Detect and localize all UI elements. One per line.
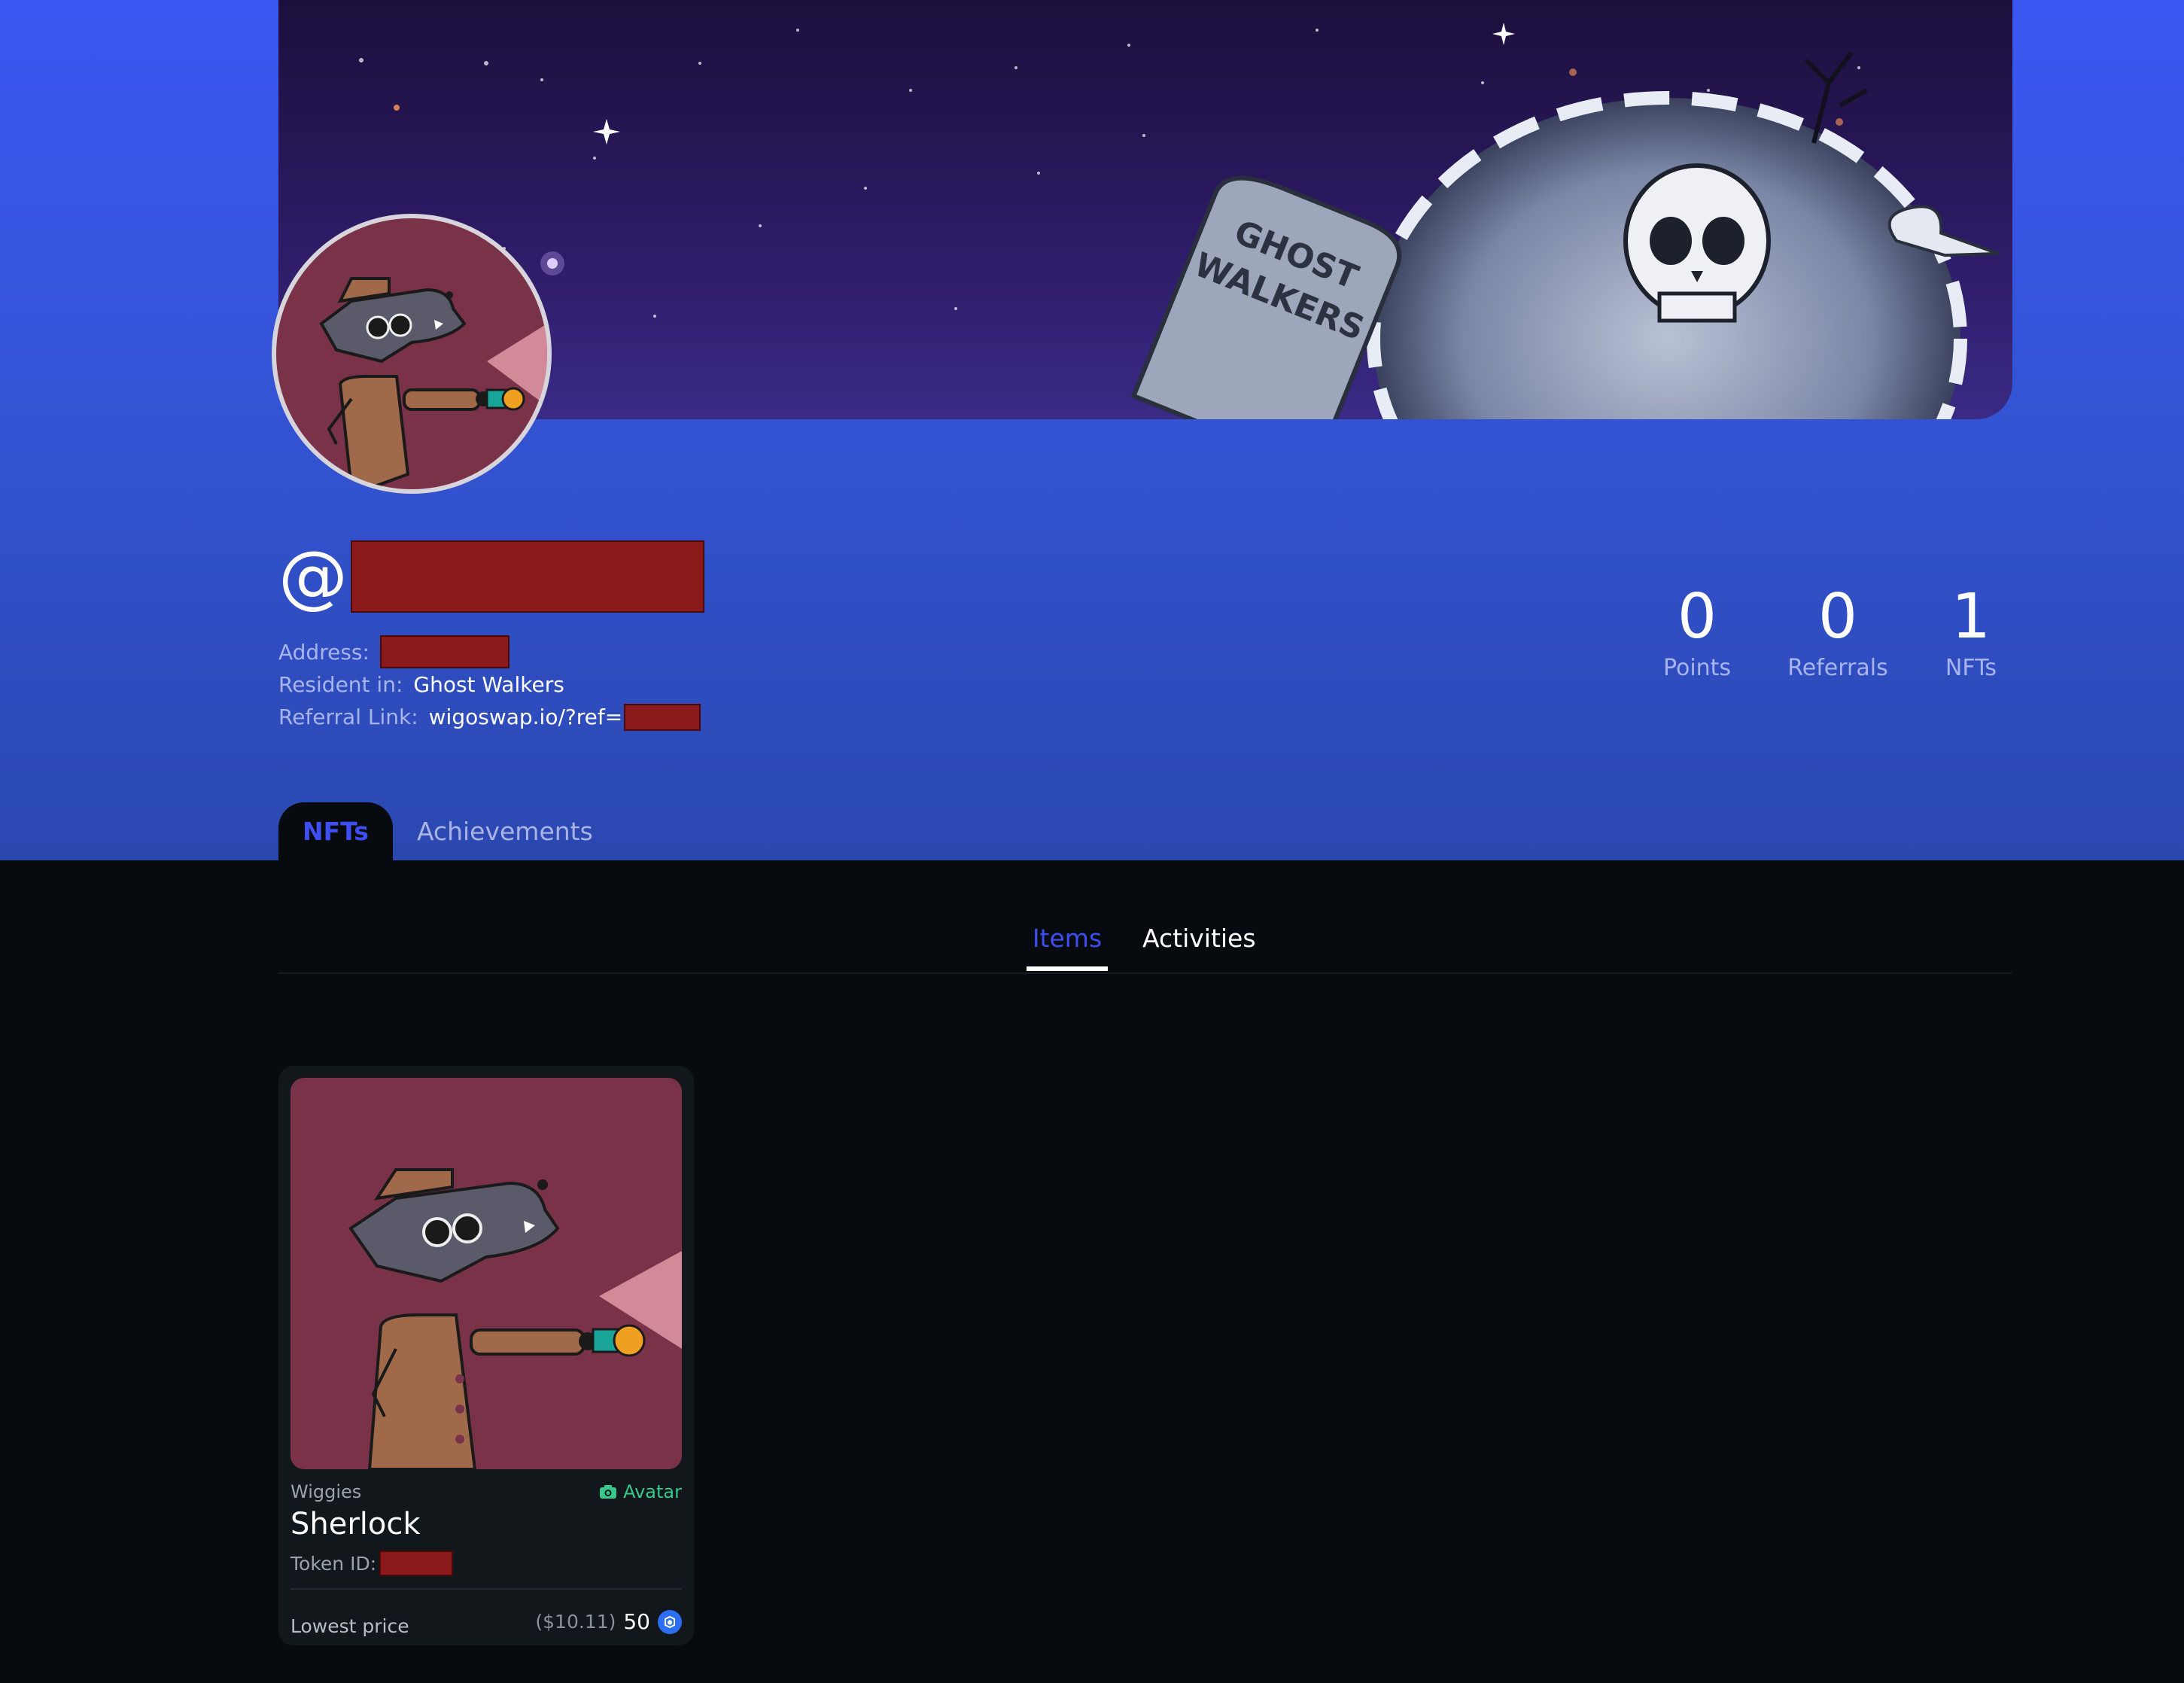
avatar-artwork: [319, 277, 547, 489]
address-label: Address:: [278, 639, 370, 665]
nfts-label: NFTs: [1945, 655, 1997, 681]
redacted-referral-code: [624, 703, 701, 731]
profile-tabs: NFTs Achievements: [278, 802, 617, 860]
nft-sub-tabs: Items Activities: [278, 920, 2012, 974]
tab-achievements[interactable]: Achievements: [393, 802, 617, 860]
referral-label: Referral Link:: [278, 705, 418, 729]
wigo-coin-icon: [658, 1609, 682, 1634]
token-id-row: Token ID:: [290, 1551, 454, 1576]
profile-handle: @: [278, 540, 704, 613]
points-label: Points: [1662, 655, 1732, 681]
nft-artwork: [348, 1168, 682, 1469]
tab-nfts[interactable]: NFTs: [278, 802, 393, 860]
stat-points: 0 Points: [1622, 580, 1772, 682]
tab-activities[interactable]: Activities: [1142, 920, 1256, 971]
price-amount: 50: [623, 1609, 650, 1634]
redacted-address: [379, 635, 509, 668]
nft-collection[interactable]: Wiggies: [290, 1481, 361, 1502]
lowest-price: ($10.11) 50: [535, 1609, 682, 1634]
avatar-badge-label: Avatar: [623, 1481, 682, 1502]
lowest-price-label: Lowest price: [290, 1615, 409, 1637]
referrals-label: Referrals: [1787, 655, 1888, 681]
resident-label: Resident in:: [278, 672, 403, 697]
referral-row: Referral Link: wigoswap.io/?ref=: [278, 701, 701, 733]
stat-referrals: 0 Referrals: [1763, 580, 1913, 682]
resident-row: Resident in: Ghost Walkers: [278, 668, 701, 701]
card-divider: [290, 1588, 682, 1590]
referral-link[interactable]: wigoswap.io/?ref=: [429, 701, 623, 733]
profile-info: Address: Resident in: Ghost Walkers Refe…: [278, 635, 701, 733]
nfts-value: 1: [1951, 581, 1991, 653]
tab-items[interactable]: Items: [1027, 920, 1108, 971]
referrals-value: 0: [1817, 581, 1858, 653]
profile-avatar[interactable]: [272, 214, 552, 494]
address-row: Address:: [278, 635, 701, 668]
handle-at-symbol: @: [278, 536, 348, 616]
price-usd: ($10.11): [535, 1611, 616, 1633]
redacted-username: [351, 540, 704, 613]
resident-value[interactable]: Ghost Walkers: [413, 668, 564, 701]
stat-nfts: 1 NFTs: [1896, 580, 2046, 682]
nft-name[interactable]: Sherlock: [290, 1507, 421, 1541]
camera-icon: [600, 1485, 617, 1499]
redacted-token-id: [379, 1551, 454, 1576]
token-id-label: Token ID:: [290, 1552, 377, 1575]
points-value: 0: [1677, 581, 1717, 653]
nft-card[interactable]: Wiggies Avatar Sherlock Token ID: Lowest…: [278, 1066, 694, 1645]
nft-image[interactable]: [290, 1078, 682, 1469]
avatar-badge: Avatar: [599, 1481, 682, 1502]
